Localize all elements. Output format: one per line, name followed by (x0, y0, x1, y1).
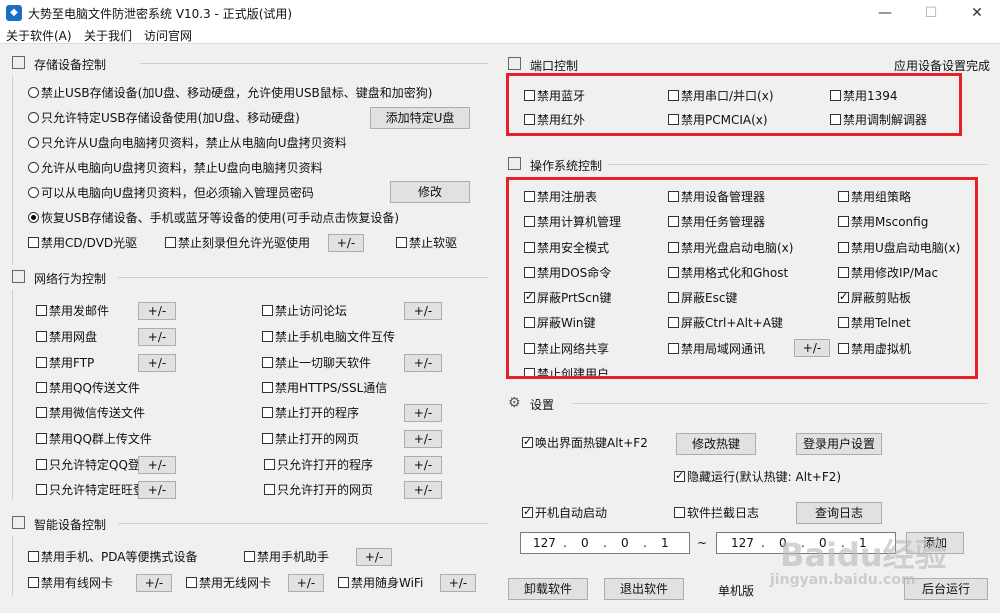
net-right-checkbox-4[interactable]: 禁用HTTPS/SSL通信 (262, 381, 387, 395)
os-checkbox-9[interactable]: 禁用U盘启动电脑(x) (838, 241, 960, 255)
ip-start-input[interactable]: 127 . 0 . 0 . 1 (520, 532, 690, 554)
divider (572, 403, 988, 404)
smart-section-icon (12, 516, 25, 529)
net-left-checkbox-5[interactable]: 禁用微信传送文件 (36, 406, 145, 420)
smart-section-title: 智能设备控制 (34, 518, 107, 532)
modify-hotkey-button[interactable]: 修改热键 (676, 433, 756, 455)
os-checkbox-1[interactable]: 禁用注册表 (524, 190, 597, 204)
phone-assistant-checkbox[interactable]: 禁用手机助手 (244, 550, 329, 564)
net-right-plus-minus-6[interactable]: +/- (404, 430, 442, 448)
hotkey-checkbox[interactable]: 唤出界面热键Alt+F2 (522, 435, 648, 450)
assistant-plus-minus-button[interactable]: +/- (356, 548, 392, 566)
net-left-plus-minus-7[interactable]: +/- (138, 456, 176, 474)
net-left-checkbox-6[interactable]: 禁用QQ群上传文件 (36, 432, 152, 446)
wired-plus-minus-button[interactable]: +/- (136, 574, 172, 592)
os-checkbox-15[interactable]: 屏蔽剪贴板 (838, 290, 911, 305)
net-right-checkbox-6[interactable]: 禁止打开的网页 (262, 432, 359, 446)
net-left-plus-minus-8[interactable]: +/- (138, 481, 176, 499)
os-checkbox-7[interactable]: 禁用安全模式 (524, 241, 609, 255)
wireless-plus-minus-button[interactable]: +/- (288, 574, 324, 592)
os-checkbox-17[interactable]: 屏蔽Ctrl+Alt+A键 (668, 316, 783, 330)
watermark-url: jingyan.baidu.com (770, 572, 916, 588)
os-checkbox-2[interactable]: 禁用设备管理器 (668, 190, 765, 204)
wired-nic-checkbox[interactable]: 禁用有线网卡 (28, 576, 113, 590)
wifi-plus-minus-button[interactable]: +/- (440, 574, 476, 592)
login-user-button[interactable]: 登录用户设置 (796, 433, 882, 455)
os-checkbox-6[interactable]: 禁用Msconfig (838, 215, 928, 229)
net-left-checkbox-4[interactable]: 禁用QQ传送文件 (36, 381, 140, 395)
block-log-checkbox[interactable]: 软件拦截日志 (674, 506, 759, 520)
net-left-checkbox-7[interactable]: 只允许特定QQ登录 (36, 458, 152, 472)
ip-range-separator: ~ (697, 536, 708, 550)
os-checkbox-3[interactable]: 禁用组策略 (838, 190, 911, 204)
os-checkbox-11[interactable]: 禁用格式化和Ghost (668, 266, 788, 280)
net-right-plus-minus-8[interactable]: +/- (404, 481, 442, 499)
net-right-checkbox-5[interactable]: 禁止打开的程序 (262, 406, 359, 420)
os-checkbox-14[interactable]: 屏蔽Esc键 (668, 291, 737, 305)
lan-plus-minus-button[interactable]: +/- (794, 339, 830, 357)
background-run-button[interactable]: 后台运行 (904, 578, 988, 600)
net-right-plus-minus-7[interactable]: +/- (404, 456, 442, 474)
os-checkbox-12[interactable]: 禁用修改IP/Mac (838, 266, 938, 280)
os-checkbox-16[interactable]: 屏蔽Win键 (524, 316, 596, 330)
net-right-plus-minus-5[interactable]: +/- (404, 404, 442, 422)
os-checkbox-8[interactable]: 禁用光盘启动电脑(x) (668, 241, 793, 255)
exit-button[interactable]: 退出软件 (604, 578, 684, 600)
os-checkbox-18[interactable]: 禁用Telnet (838, 316, 911, 330)
os-checkbox-13[interactable]: 屏蔽PrtScn键 (524, 290, 612, 305)
divider (118, 523, 488, 524)
watermark-brand: Baidu经验 (780, 536, 947, 574)
gear-icon: ⚙ (508, 395, 521, 411)
phone-pda-checkbox[interactable]: 禁用手机、PDA等便携式设备 (28, 550, 197, 564)
portable-wifi-checkbox[interactable]: 禁用随身WiFi (338, 576, 423, 590)
os-checkbox-10[interactable]: 禁用DOS命令 (524, 266, 611, 280)
wireless-nic-checkbox[interactable]: 禁用无线网卡 (186, 576, 271, 590)
net-right-checkbox-7[interactable]: 只允许打开的程序 (264, 458, 373, 472)
os-checkbox-4[interactable]: 禁用计算机管理 (524, 215, 621, 229)
os-checkbox-20[interactable]: 禁用局域网通讯 (668, 342, 765, 356)
hide-run-checkbox[interactable]: 隐藏运行(默认热键: Alt+F2) (674, 469, 841, 484)
settings-section-title: 设置 (530, 398, 555, 412)
net-right-checkbox-8[interactable]: 只允许打开的网页 (264, 483, 373, 497)
os-checkbox-19[interactable]: 禁止网络共享 (524, 342, 609, 356)
divider (12, 536, 13, 596)
os-checkbox-21[interactable]: 禁用虚拟机 (838, 342, 911, 356)
autostart-checkbox[interactable]: 开机自动启动 (522, 505, 607, 520)
os-checkbox-22[interactable]: 禁止创建用户 (524, 367, 609, 376)
edition-label: 单机版 (718, 584, 755, 598)
query-log-button[interactable]: 查询日志 (796, 502, 882, 524)
uninstall-button[interactable]: 卸载软件 (508, 578, 588, 600)
os-checkbox-5[interactable]: 禁用任务管理器 (668, 215, 765, 229)
